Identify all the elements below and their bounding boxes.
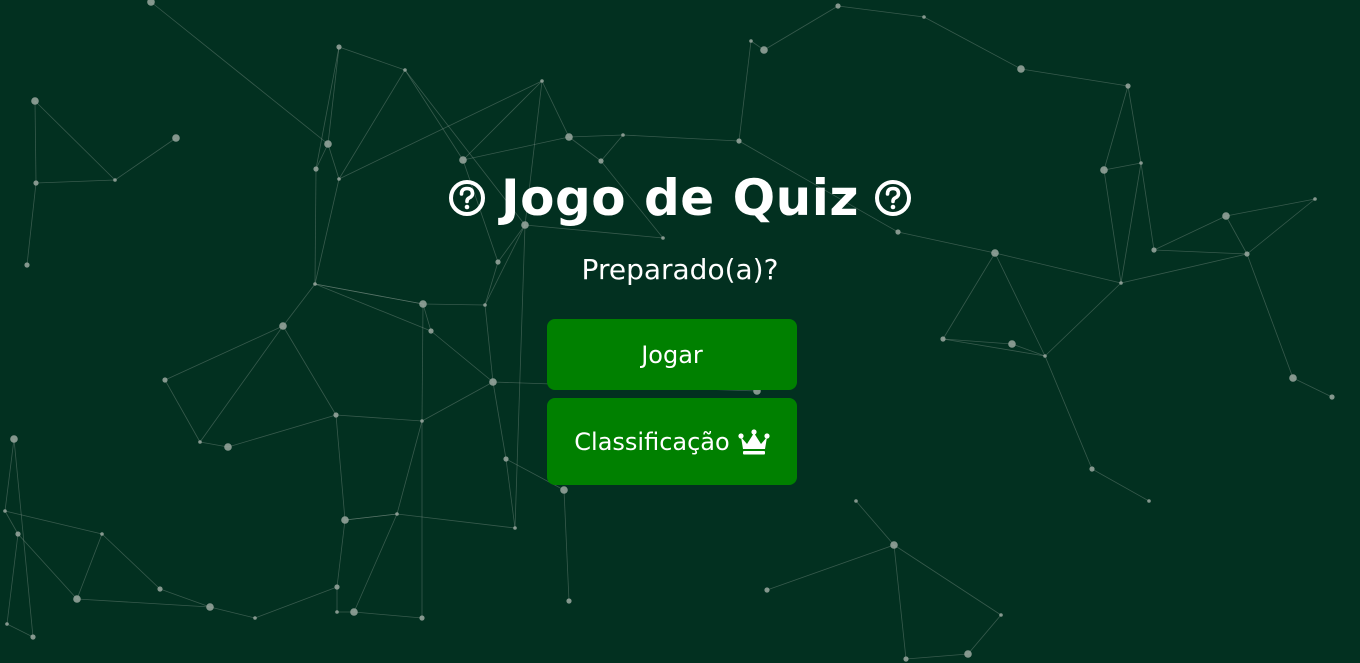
- subtitle: Preparado(a)?: [581, 253, 779, 286]
- play-button-label: Jogar: [641, 340, 703, 369]
- title-row: Jogo de Quiz: [0, 168, 1360, 228]
- question-circle-icon: [447, 178, 487, 218]
- page-title: Jogo de Quiz: [501, 169, 859, 227]
- question-circle-icon: [873, 178, 913, 218]
- main-content: Jogo de Quiz Preparado(a)? Jogar Classif…: [0, 0, 1360, 663]
- ranking-button[interactable]: Classificação: [547, 398, 797, 485]
- crown-icon: [738, 428, 770, 456]
- play-button[interactable]: Jogar: [547, 319, 797, 390]
- ranking-button-label: Classificação: [574, 427, 730, 456]
